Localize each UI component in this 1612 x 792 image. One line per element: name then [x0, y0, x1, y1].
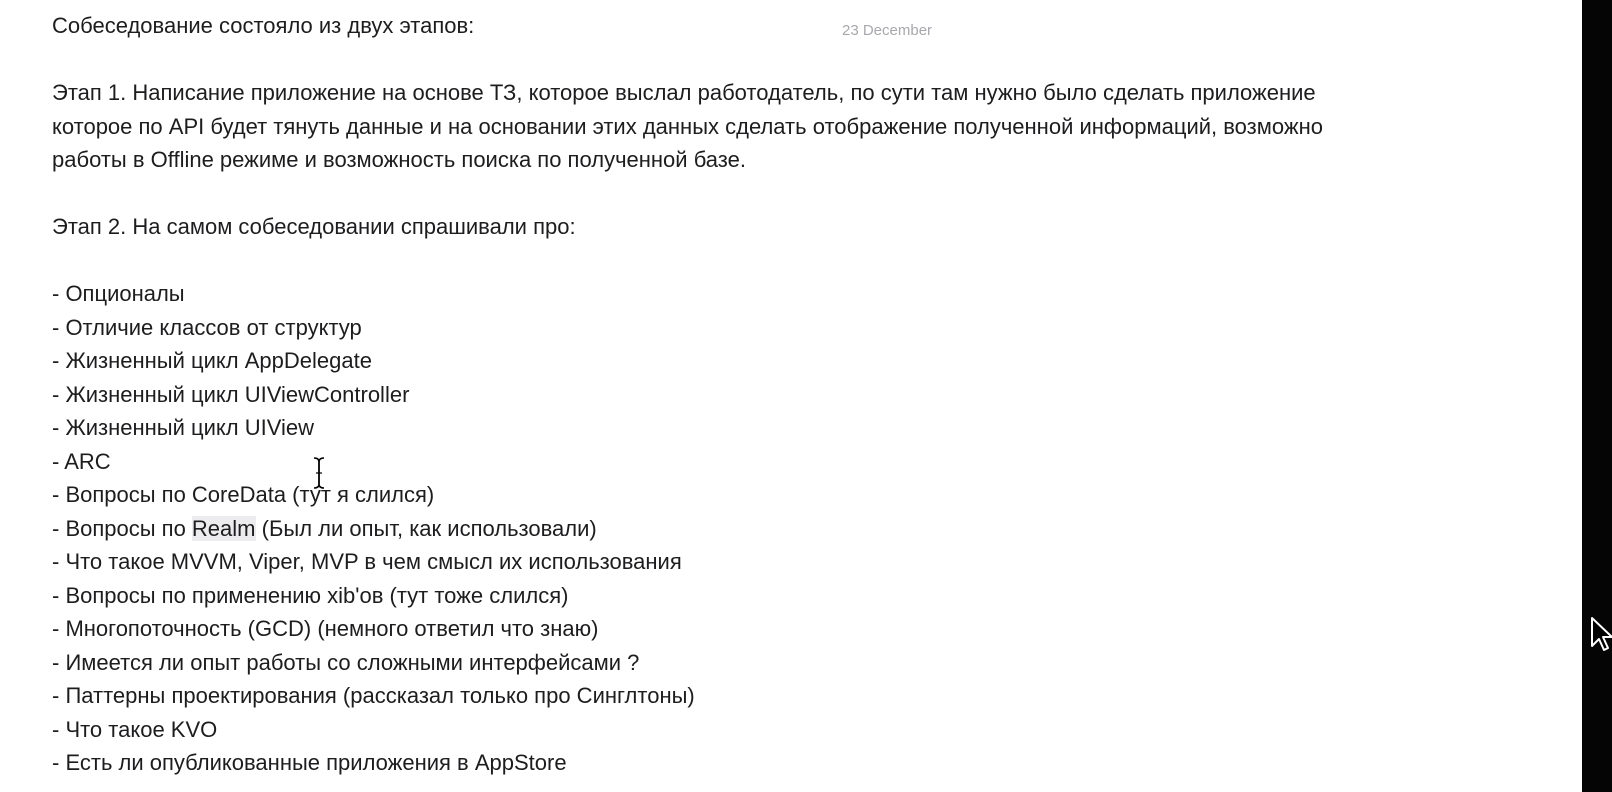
list-item-prefix: - Вопросы по	[52, 515, 192, 541]
list-item: - Опционалы	[52, 281, 185, 306]
list-item: - Что такое MVVM, Viper, MVP в чем смысл…	[52, 549, 682, 574]
stage1-line-3: работы в Offline режиме и возможность по…	[52, 147, 746, 172]
note-body[interactable]: Собеседование состояло из двух этапов: Э…	[52, 9, 1582, 780]
note-editor[interactable]: 23 December Собеседование состояло из дв…	[0, 0, 1582, 792]
list-item: - Вопросы по применению xib'ов (тут тоже…	[52, 582, 569, 608]
list-item-suffix: (Был ли опыт, как использовали)	[255, 515, 597, 541]
list-item: - Есть ли опубликованные приложения в Ap…	[52, 750, 567, 775]
list-item: - Вопросы по CoreData (тут я слился)	[52, 482, 435, 507]
list-item: - Что такое KVO	[52, 716, 218, 742]
list-item: - Отличие классов от структур	[52, 314, 362, 340]
list-item: - Имеется ли опыт работы со сложными инт…	[52, 649, 640, 675]
list-item: - Вопросы по Realm (Был ли опыт, как исп…	[52, 512, 1582, 546]
i-beam-cursor-icon	[313, 457, 325, 489]
list-item: - Паттерны проектирования (рассказал тол…	[52, 683, 695, 708]
list-item: - Жизненный цикл UIViewController	[52, 381, 410, 407]
arrow-cursor-icon	[1591, 617, 1612, 651]
right-edge-bar	[1582, 0, 1612, 792]
list-item: - Жизненный цикл AppDelegate	[52, 348, 372, 373]
highlighted-word: Realm	[191, 515, 256, 541]
stage2-heading: Этап 2. На самом собеседовании спрашивал…	[52, 214, 576, 239]
stage1-line-2: которое по API будет тянуть данные и на …	[52, 113, 1323, 139]
list-item: - Жизненный цикл UIView	[52, 415, 315, 440]
stage1-line-1: Этап 1. Написание приложение на основе Т…	[52, 80, 1316, 105]
list-item: - Многопоточность (GCD) (немного ответил…	[52, 616, 599, 641]
list-item: - ARC	[52, 448, 111, 474]
intro-line: Собеседование состояло из двух этапов:	[52, 13, 475, 38]
